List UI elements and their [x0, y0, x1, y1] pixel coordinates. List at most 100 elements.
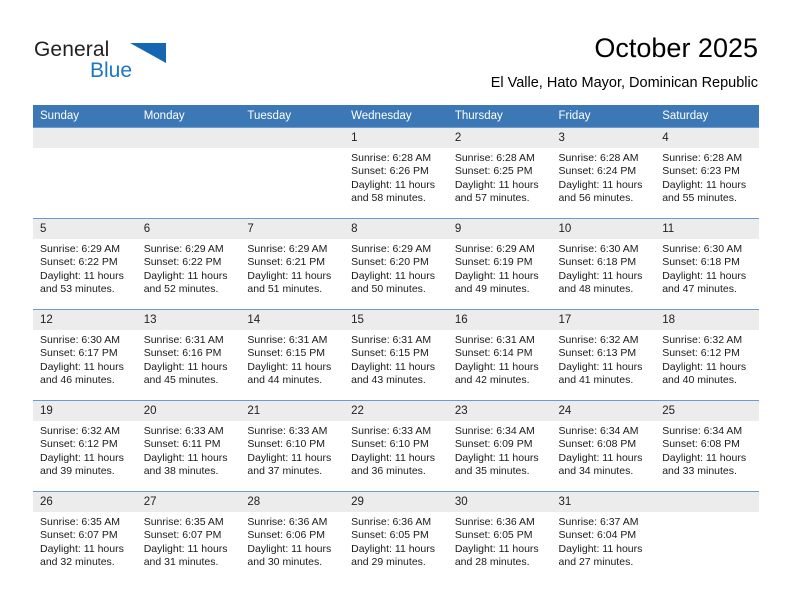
day-sun-info: Sunrise: 6:37 AM Sunset: 6:04 PM Daylight:…: [552, 512, 656, 569]
sunset-time: Sunset: 6:19 PM: [454, 256, 533, 269]
day-number: 14: [240, 310, 345, 330]
calendar-day-cell[interactable]: 31 Sunrise: 6:37 AM Sunset: 6:04 PM Dayligh…: [551, 492, 656, 582]
day-sun-info: Sunrise: 6:33 AM Sunset: 6:11 PM Daylight:…: [137, 421, 241, 478]
daylight-duration-line1: Daylight: 11 hours: [558, 269, 643, 282]
calendar-day-cell[interactable]: 23 Sunrise: 6:34 AM Sunset: 6:09 PM Dayligh…: [447, 401, 552, 491]
calendar-day-cell[interactable]: 10 Sunrise: 6:30 AM Sunset: 6:18 PM Dayligh…: [551, 219, 656, 309]
day-sun-info: Sunrise: 6:31 AM Sunset: 6:14 PM Daylight:…: [448, 330, 552, 387]
daylight-duration-line1: Daylight: 11 hours: [558, 542, 643, 555]
day-sun-info: Sunrise: 6:33 AM Sunset: 6:10 PM Daylight:…: [240, 421, 344, 478]
daylight-duration-line1: Daylight: 11 hours: [143, 451, 228, 464]
daylight-duration-line2: and 58 minutes.: [351, 191, 426, 204]
calendar-day-cell[interactable]: 9 Sunrise: 6:29 AM Sunset: 6:19 PM Daylight…: [447, 219, 552, 309]
sunrise-time: Sunrise: 6:30 AM: [40, 334, 120, 346]
day-sun-info: Sunrise: 6:33 AM Sunset: 6:10 PM Daylight:…: [344, 421, 448, 478]
sunset-time: Sunset: 6:18 PM: [558, 256, 637, 269]
calendar-day-cell[interactable]: 14 Sunrise: 6:31 AM Sunset: 6:15 PM Dayligh…: [240, 310, 345, 400]
calendar-cell-empty: [136, 128, 241, 218]
calendar-day-cell[interactable]: 22 Sunrise: 6:33 AM Sunset: 6:10 PM Dayligh…: [344, 401, 448, 491]
sunrise-time: Sunrise: 6:36 AM: [247, 516, 328, 528]
calendar-day-cell[interactable]: 24 Sunrise: 6:34 AM Sunset: 6:08 PM Dayligh…: [551, 401, 656, 491]
calendar-day-cell[interactable]: 11 Sunrise: 6:30 AM Sunset: 6:18 PM Dayligh…: [655, 219, 759, 309]
calendar-day-cell[interactable]: 19 Sunrise: 6:32 AM Sunset: 6:12 PM Dayligh…: [33, 401, 137, 491]
day-number: 1: [344, 128, 448, 148]
daylight-duration-line1: Daylight: 11 hours: [351, 360, 435, 373]
calendar-day-cell[interactable]: 3 Sunrise: 6:28 AM Sunset: 6:24 PM Daylight…: [551, 128, 656, 218]
calendar-cell-empty: [33, 128, 137, 218]
day-number: 23: [447, 401, 552, 421]
sunrise-time: Sunrise: 6:36 AM: [454, 516, 535, 528]
day-number: 17: [551, 310, 656, 330]
daylight-duration-line2: and 40 minutes.: [662, 373, 737, 386]
day-number: 27: [136, 492, 241, 512]
daylight-duration-line2: and 53 minutes.: [40, 282, 115, 295]
daylight-duration-line2: and 42 minutes.: [454, 373, 530, 386]
day-number: 25: [655, 401, 759, 421]
daylight-duration-line2: and 38 minutes.: [143, 464, 219, 477]
calendar-day-cell[interactable]: 25 Sunrise: 6:34 AM Sunset: 6:08 PM Dayligh…: [655, 401, 759, 491]
day-sun-info: Sunrise: 6:32 AM Sunset: 6:13 PM Daylight:…: [552, 330, 656, 387]
daylight-duration-line1: Daylight: 11 hours: [662, 178, 747, 191]
calendar-day-cell[interactable]: 17 Sunrise: 6:32 AM Sunset: 6:13 PM Dayligh…: [551, 310, 656, 400]
calendar-day-cell[interactable]: 6 Sunrise: 6:29 AM Sunset: 6:22 PM Daylight…: [136, 219, 241, 309]
day-number: [655, 492, 759, 512]
daylight-duration-line2: and 49 minutes.: [454, 282, 530, 295]
calendar-day-cell[interactable]: 4 Sunrise: 6:28 AM Sunset: 6:23 PM Daylight…: [655, 128, 759, 218]
calendar-day-cell[interactable]: 21 Sunrise: 6:33 AM Sunset: 6:10 PM Dayligh…: [240, 401, 345, 491]
daylight-duration-line1: Daylight: 11 hours: [143, 269, 228, 282]
sunrise-time: Sunrise: 6:29 AM: [351, 243, 432, 255]
weekday-header-thursday: Thursday: [447, 105, 552, 128]
daylight-duration-line2: and 50 minutes.: [351, 282, 426, 295]
calendar-day-cell[interactable]: 20 Sunrise: 6:33 AM Sunset: 6:11 PM Dayligh…: [136, 401, 241, 491]
calendar-day-cell[interactable]: 15 Sunrise: 6:31 AM Sunset: 6:15 PM Dayligh…: [344, 310, 448, 400]
daylight-duration-line1: Daylight: 11 hours: [40, 451, 124, 464]
sunset-time: Sunset: 6:08 PM: [662, 438, 740, 451]
daylight-duration-line2: and 27 minutes.: [558, 555, 634, 568]
daylight-duration-line1: Daylight: 11 hours: [454, 178, 539, 191]
daylight-duration-line2: and 29 minutes.: [351, 555, 426, 568]
day-number: 7: [240, 219, 345, 239]
daylight-duration-line2: and 43 minutes.: [351, 373, 426, 386]
daylight-duration-line2: and 37 minutes.: [247, 464, 323, 477]
calendar-day-cell[interactable]: 29 Sunrise: 6:36 AM Sunset: 6:05 PM Dayligh…: [344, 492, 448, 582]
page-header: General Blue October 2025 El Valle, Hato…: [34, 32, 758, 98]
sunset-time: Sunset: 6:22 PM: [143, 256, 222, 269]
sunset-time: Sunset: 6:25 PM: [454, 165, 533, 178]
sunrise-time: Sunrise: 6:34 AM: [558, 425, 639, 437]
daylight-duration-line2: and 52 minutes.: [143, 282, 219, 295]
sunrise-time: Sunrise: 6:29 AM: [40, 243, 120, 255]
calendar-day-cell[interactable]: 2 Sunrise: 6:28 AM Sunset: 6:25 PM Daylight…: [447, 128, 552, 218]
sunrise-time: Sunrise: 6:29 AM: [247, 243, 328, 255]
sunset-time: Sunset: 6:10 PM: [351, 438, 429, 451]
daylight-duration-line1: Daylight: 11 hours: [40, 269, 124, 282]
calendar-day-cell[interactable]: 1 Sunrise: 6:28 AM Sunset: 6:26 PM Daylight…: [344, 128, 448, 218]
calendar-day-cell[interactable]: 13 Sunrise: 6:31 AM Sunset: 6:16 PM Dayligh…: [136, 310, 241, 400]
calendar-day-cell[interactable]: 27 Sunrise: 6:35 AM Sunset: 6:07 PM Dayligh…: [136, 492, 241, 582]
daylight-duration-line1: Daylight: 11 hours: [247, 542, 332, 555]
daylight-duration-line2: and 47 minutes.: [662, 282, 737, 295]
calendar-day-cell[interactable]: 16 Sunrise: 6:31 AM Sunset: 6:14 PM Dayligh…: [447, 310, 552, 400]
day-sun-info: Sunrise: 6:28 AM Sunset: 6:25 PM Daylight:…: [448, 148, 552, 205]
day-number: 8: [344, 219, 448, 239]
day-number: 10: [551, 219, 656, 239]
calendar-day-cell[interactable]: 8 Sunrise: 6:29 AM Sunset: 6:20 PM Daylight…: [344, 219, 448, 309]
sunset-time: Sunset: 6:12 PM: [40, 438, 118, 451]
sunrise-time: Sunrise: 6:32 AM: [40, 425, 120, 437]
daylight-duration-line2: and 36 minutes.: [351, 464, 426, 477]
day-number: [136, 128, 241, 148]
weekday-header-wednesday: Wednesday: [344, 105, 448, 128]
calendar-day-cell[interactable]: 5 Sunrise: 6:29 AM Sunset: 6:22 PM Daylight…: [33, 219, 137, 309]
calendar-day-cell[interactable]: 18 Sunrise: 6:32 AM Sunset: 6:12 PM Dayligh…: [655, 310, 759, 400]
sunrise-time: Sunrise: 6:31 AM: [143, 334, 224, 346]
calendar-day-cell[interactable]: 26 Sunrise: 6:35 AM Sunset: 6:07 PM Dayligh…: [33, 492, 137, 582]
day-number: 16: [447, 310, 552, 330]
day-sun-info: Sunrise: 6:31 AM Sunset: 6:15 PM Daylight:…: [344, 330, 448, 387]
calendar-day-cell[interactable]: 28 Sunrise: 6:36 AM Sunset: 6:06 PM Dayligh…: [240, 492, 345, 582]
calendar-week-row: 12 Sunrise: 6:30 AM Sunset: 6:17 PM Dayligh…: [33, 309, 759, 401]
sunrise-time: Sunrise: 6:29 AM: [143, 243, 224, 255]
daylight-duration-line1: Daylight: 11 hours: [40, 360, 124, 373]
calendar-day-cell[interactable]: 30 Sunrise: 6:36 AM Sunset: 6:05 PM Dayligh…: [447, 492, 552, 582]
calendar-day-cell[interactable]: 7 Sunrise: 6:29 AM Sunset: 6:21 PM Daylight…: [240, 219, 345, 309]
calendar-day-cell[interactable]: 12 Sunrise: 6:30 AM Sunset: 6:17 PM Dayligh…: [33, 310, 137, 400]
weekday-header-friday: Friday: [551, 105, 656, 128]
